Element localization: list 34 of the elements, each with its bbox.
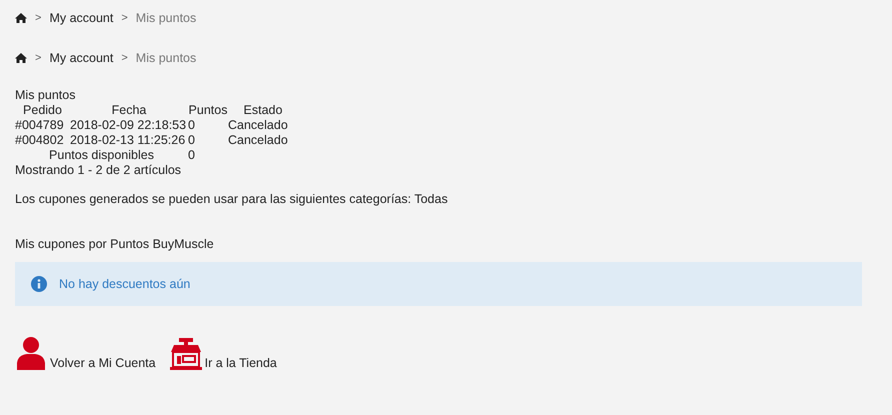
breadcrumb-link[interactable]: Mis puntos bbox=[136, 11, 196, 25]
table-cell: 0 bbox=[188, 118, 195, 132]
section-title: Mis puntos bbox=[15, 88, 76, 103]
table-cell: #004802 bbox=[15, 133, 64, 147]
table-cell: Cancelado bbox=[228, 118, 288, 132]
table-cell: 0 bbox=[188, 133, 195, 147]
breadcrumb-separator: > bbox=[121, 52, 128, 64]
nav-link[interactable]: Ir a la Tienda bbox=[170, 338, 277, 370]
alert-text: No hay descuentos aún bbox=[59, 277, 190, 291]
person-icon bbox=[15, 336, 47, 370]
breadcrumb-separator: > bbox=[121, 12, 128, 24]
breadcrumb-separator: > bbox=[35, 12, 42, 24]
breadcrumb-separator: > bbox=[35, 52, 42, 64]
table-cell: 2018-02-09 22:18:53 bbox=[70, 118, 186, 132]
table-cell: 2018-02-13 11:25:26 bbox=[70, 133, 186, 147]
table-cell: Cancelado bbox=[228, 133, 288, 147]
nav-link[interactable]: Volver a Mi Cuenta bbox=[15, 336, 156, 370]
column-header: Pedido bbox=[22, 103, 63, 118]
pagination-text: Mostrando 1 - 2 de 2 artículos bbox=[15, 163, 182, 178]
section-title: Mis cupones por Puntos BuyMuscle bbox=[15, 237, 215, 252]
column-header: Fecha bbox=[110, 103, 148, 118]
breadcrumb-link[interactable]: Mis puntos bbox=[136, 51, 196, 65]
breadcrumb-link[interactable]: My account bbox=[49, 11, 114, 25]
total-value: 0 bbox=[188, 148, 195, 162]
breadcrumb-link[interactable]: My account bbox=[49, 51, 114, 65]
info-icon bbox=[31, 276, 47, 292]
column-header: Puntos bbox=[188, 103, 228, 118]
column-header: Estado bbox=[242, 103, 284, 118]
home-icon[interactable] bbox=[15, 53, 27, 63]
total-label: Puntos disponibles bbox=[49, 148, 154, 162]
home-icon[interactable] bbox=[15, 13, 27, 23]
categories-note: Los cupones generados se pueden usar para las siguientes categorías: Todas bbox=[15, 192, 449, 207]
storefront-icon bbox=[170, 338, 202, 370]
table-cell: #004789 bbox=[15, 118, 64, 132]
